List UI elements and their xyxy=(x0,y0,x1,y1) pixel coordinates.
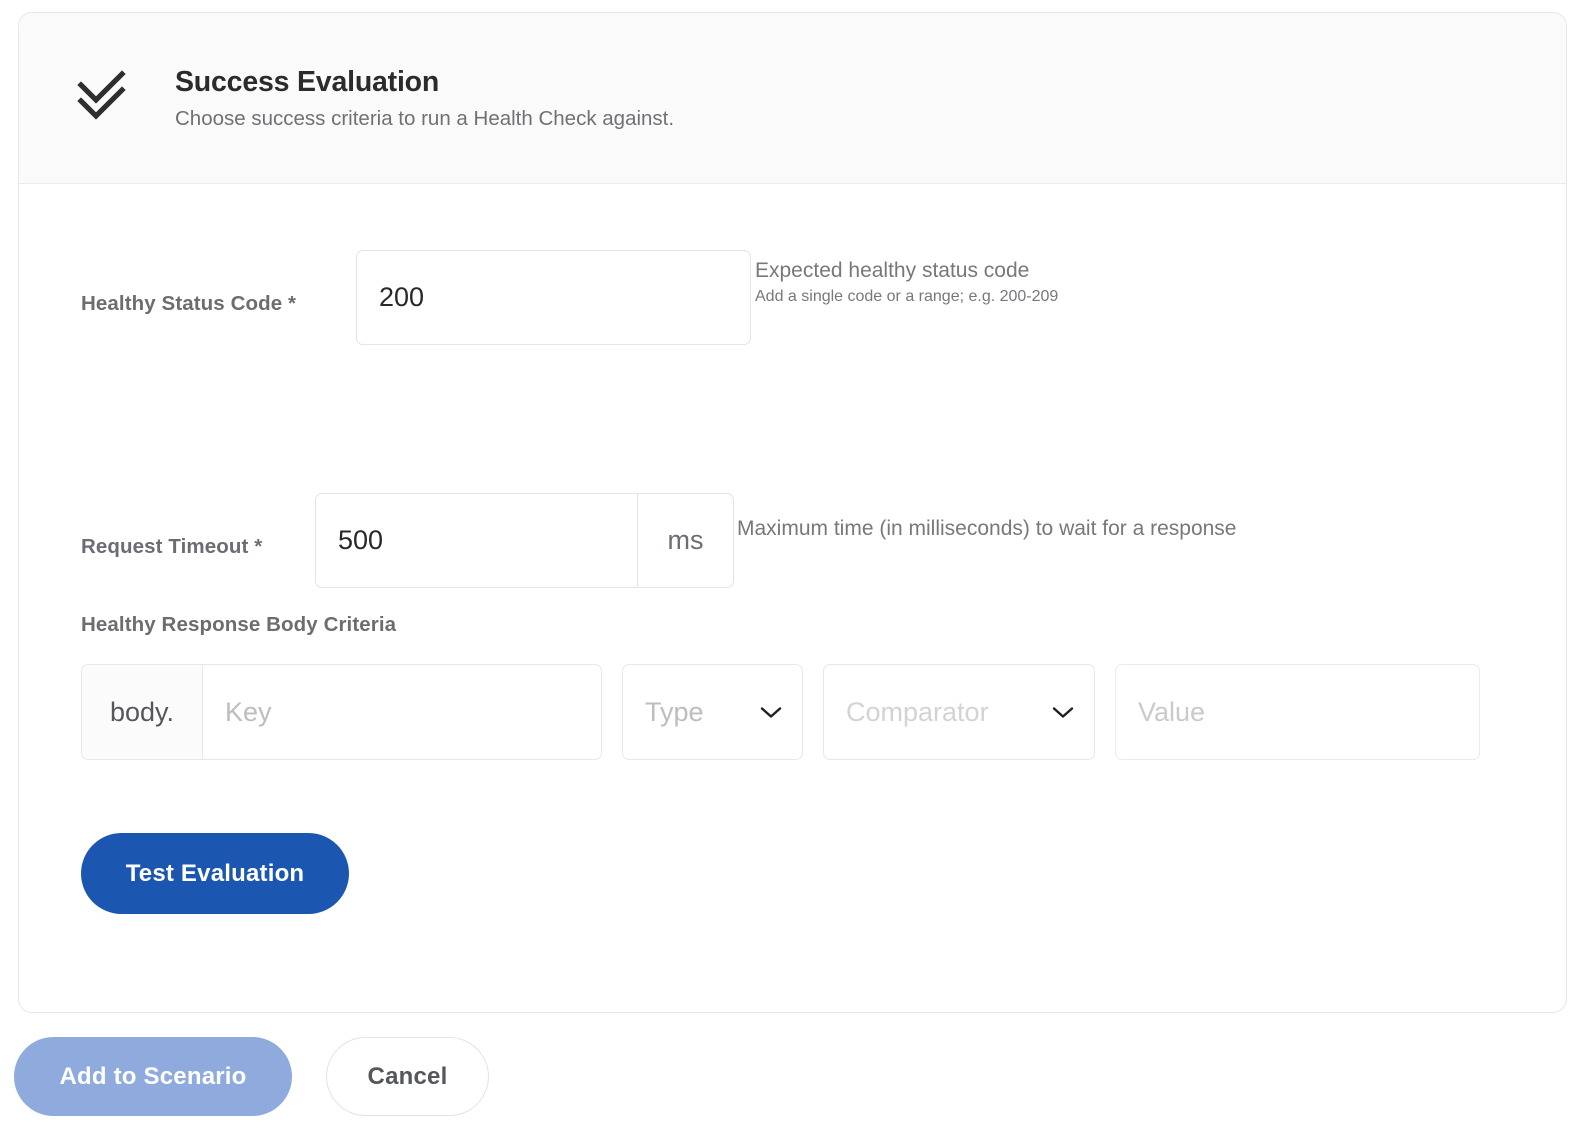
request-timeout-unit: ms xyxy=(637,493,734,588)
page-title: Success Evaluation xyxy=(175,66,440,98)
type-select[interactable]: Type xyxy=(622,664,803,760)
healthy-status-code-help: Expected healthy status code Add a singl… xyxy=(755,257,1175,308)
body-criteria-row: body. Type Comparator xyxy=(81,664,1501,760)
success-evaluation-page: Success Evaluation Choose success criter… xyxy=(0,0,1584,1143)
healthy-status-code-help-sub: Add a single code or a range; e.g. 200-2… xyxy=(755,288,1059,305)
add-to-scenario-button[interactable]: Add to Scenario xyxy=(14,1037,292,1116)
request-timeout-label: Request Timeout * xyxy=(81,535,263,558)
card-header-text: Success Evaluation Choose success criter… xyxy=(175,65,674,133)
request-timeout-input[interactable] xyxy=(316,494,637,587)
value-input[interactable] xyxy=(1116,696,1479,728)
value-field[interactable] xyxy=(1115,664,1480,760)
healthy-status-code-input[interactable] xyxy=(357,251,750,344)
comparator-select-value: Comparator xyxy=(846,696,989,727)
footer-actions: Add to Scenario Cancel xyxy=(14,1037,489,1116)
request-timeout-input-wrap[interactable] xyxy=(315,493,637,588)
success-evaluation-card: Success Evaluation Choose success criter… xyxy=(18,12,1567,1013)
body-key-input[interactable] xyxy=(203,665,601,759)
cancel-button[interactable]: Cancel xyxy=(326,1037,489,1116)
healthy-status-code-field[interactable] xyxy=(356,250,751,345)
request-timeout-field[interactable]: ms xyxy=(315,493,734,588)
card-header: Success Evaluation Choose success criter… xyxy=(19,13,1566,184)
body-criteria-label: Healthy Response Body Criteria xyxy=(81,613,397,636)
request-timeout-help: Maximum time (in milliseconds) to wait f… xyxy=(737,517,1237,540)
test-evaluation-button[interactable]: Test Evaluation xyxy=(81,833,349,914)
page-subtitle: Choose success criteria to run a Health … xyxy=(175,107,675,130)
healthy-status-code-help-main: Expected healthy status code xyxy=(755,259,1030,282)
double-check-icon xyxy=(76,65,140,129)
body-key-field[interactable]: body. xyxy=(81,664,602,760)
comparator-select[interactable]: Comparator xyxy=(823,664,1095,760)
body-prefix-label: body. xyxy=(82,665,203,759)
card-body: Healthy Status Code * Expected healthy s… xyxy=(19,184,1566,1012)
type-select-value: Type xyxy=(645,696,704,727)
chevron-down-icon xyxy=(760,706,782,719)
chevron-down-icon xyxy=(1052,706,1074,719)
healthy-status-code-label: Healthy Status Code * xyxy=(81,292,297,315)
